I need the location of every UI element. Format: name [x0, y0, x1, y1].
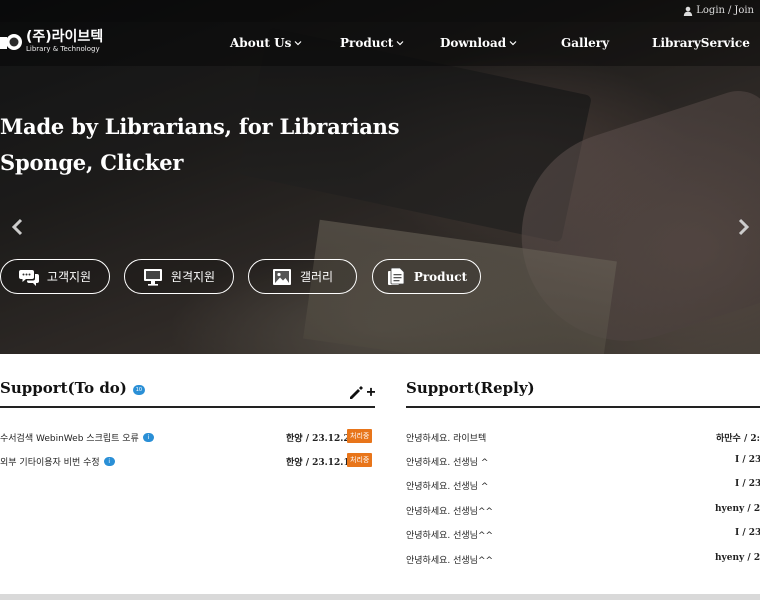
list-item-title: 수서검색 WebinWeb 스크립트 오류	[0, 434, 139, 444]
new-badge: i	[142, 433, 154, 442]
list-item-title[interactable]: 안녕하세요. 선생님^^	[406, 528, 493, 541]
nav-about-us-label: About Us	[230, 36, 292, 50]
list-item-title-link[interactable]: 외부 기타이용자 비번 수정 i	[0, 455, 115, 468]
hero-headline: Made by Librarians, for Librarians	[0, 114, 400, 139]
logo-name-en: Library & Technology	[26, 45, 100, 53]
logo-mark-icon	[0, 33, 22, 50]
chat-bubbles-icon	[18, 269, 39, 286]
nav-gallery[interactable]: Gallery	[561, 36, 609, 50]
join-link[interactable]: Join	[734, 5, 754, 16]
support-reply-divider	[406, 406, 760, 408]
support-reply-title: Support(Reply)	[406, 379, 535, 397]
chevron-down-icon	[294, 41, 302, 46]
hero-subheadline: Sponge, Clicker	[0, 150, 184, 175]
list-item-author: 한양	[286, 458, 303, 468]
nav-gallery-label: Gallery	[561, 36, 610, 50]
nav-product-label: Product	[340, 36, 394, 50]
top-utility-bar: Login / Join	[0, 0, 760, 22]
list-item-meta: I / 23.	[735, 455, 760, 465]
pencil-plus-icon[interactable]	[348, 384, 376, 400]
person-icon	[684, 6, 693, 16]
quick-link-product[interactable]: Product	[372, 259, 481, 294]
nav-product[interactable]: Product	[340, 36, 404, 50]
status-badge: 처리중	[347, 429, 373, 443]
list-item-title[interactable]: 안녕하세요. 라이브텍	[406, 431, 486, 444]
quick-link-label: 고객지원	[46, 270, 92, 284]
quick-link-remote-support[interactable]: 원격지원	[124, 259, 234, 294]
list-item[interactable]: 안녕하세요. 선생님^^ hyeny / 23.	[406, 502, 760, 518]
nav-library-service-label: LibraryService	[652, 36, 750, 50]
login-separator: /	[727, 5, 732, 16]
support-todo-count-badge: 10	[132, 385, 145, 395]
nav-library-service[interactable]: LibraryService	[652, 36, 750, 50]
quick-link-customer-support[interactable]: 고객지원	[0, 259, 110, 294]
nav-download[interactable]: Download	[440, 36, 517, 50]
image-icon	[272, 268, 291, 285]
support-todo-title: Support(To do)	[0, 379, 127, 397]
chevron-right-icon[interactable]	[735, 218, 751, 236]
list-item-author: 한양	[286, 434, 303, 444]
quick-link-label: Product	[413, 269, 468, 284]
list-item-title[interactable]: 안녕하세요. 선생님 ^	[406, 479, 488, 492]
list-item[interactable]: 안녕하세요. 라이브텍 하만수 / 2:	[406, 429, 760, 445]
footer-divider	[0, 594, 760, 600]
nav-download-label: Download	[440, 36, 507, 50]
list-item-meta: 한양 / 23.12.12	[286, 458, 356, 468]
list-item-title[interactable]: 안녕하세요. 선생님^^	[406, 553, 493, 566]
list-item[interactable]: 안녕하세요. 선생님 ^ I / 23.	[406, 477, 760, 493]
login-join-links: Login / Join	[683, 5, 754, 16]
list-item[interactable]: 외부 기타이용자 비번 수정 i 한양 / 23.12.12 처리중	[0, 453, 375, 469]
logo-name-ko: (주)라이브텍	[26, 29, 104, 45]
documents-icon	[387, 267, 405, 285]
quick-link-label: 갤러리	[299, 270, 334, 284]
chevron-down-icon	[396, 41, 404, 46]
support-reply-heading[interactable]: Support(Reply)	[406, 379, 535, 397]
support-todo-divider	[0, 406, 375, 408]
list-item-title[interactable]: 안녕하세요. 선생님^^	[406, 504, 493, 517]
support-todo-heading[interactable]: Support(To do) 10	[0, 379, 145, 397]
chevron-down-icon	[509, 41, 517, 46]
list-item-meta: hyeny / 23.	[715, 553, 760, 563]
new-badge: i	[103, 457, 115, 466]
logo[interactable]: (주)라이브텍 Library & Technology	[0, 30, 103, 53]
login-link[interactable]: Login	[696, 5, 725, 16]
list-item-meta: 하만수 / 2:	[716, 434, 760, 444]
list-item-meta: I / 23.	[735, 528, 760, 538]
list-item[interactable]: 안녕하세요. 선생님^^ hyeny / 23.	[406, 551, 760, 567]
list-item-title[interactable]: 안녕하세요. 선생님 ^	[406, 455, 488, 468]
list-item-meta: hyeny / 23.	[715, 504, 760, 514]
list-item-meta: I / 23.	[735, 479, 760, 489]
quick-link-label: 원격지원	[170, 270, 216, 284]
list-item-title-link[interactable]: 수서검색 WebinWeb 스크립트 오류 i	[0, 431, 154, 444]
quick-link-gallery[interactable]: 갤러리	[248, 259, 357, 294]
list-item[interactable]: 수서검색 WebinWeb 스크립트 오류 i 한양 / 23.12.22 처리…	[0, 429, 375, 445]
list-item[interactable]: 안녕하세요. 선생님^^ I / 23.	[406, 526, 760, 542]
monitor-icon	[143, 268, 162, 286]
main-navbar: (주)라이브텍 Library & Technology About Us Pr…	[0, 22, 760, 66]
list-item-title: 외부 기타이용자 비번 수정	[0, 458, 100, 468]
chevron-left-icon[interactable]	[10, 218, 26, 236]
list-item-meta: 한양 / 23.12.22	[286, 434, 356, 444]
nav-about-us[interactable]: About Us	[230, 36, 302, 50]
status-badge: 처리중	[347, 453, 373, 467]
list-item[interactable]: 안녕하세요. 선생님 ^ I / 23.	[406, 453, 760, 469]
